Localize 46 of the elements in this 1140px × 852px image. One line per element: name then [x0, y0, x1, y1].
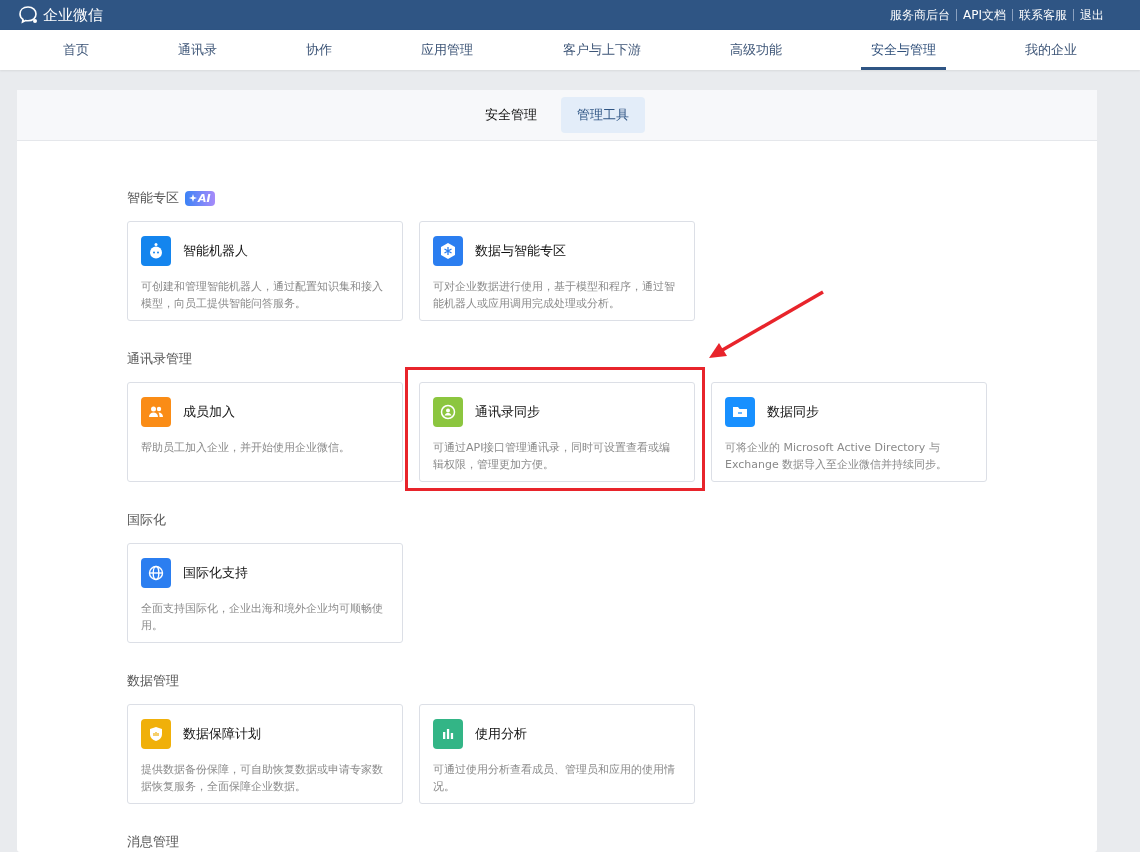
top-link[interactable]: API文档 [957, 6, 1012, 24]
section-title: 通讯录管理 [127, 350, 192, 368]
tool-card[interactable]: 成员加入 帮助员工加入企业，并开始使用企业微信。 [127, 382, 403, 482]
card-title: 智能机器人 [183, 242, 248, 260]
nav-tab[interactable]: 客户与上下游 [552, 30, 651, 70]
card-title: 数据同步 [767, 403, 819, 421]
card-description: 提供数据备份保障，可自助恢复数据或申请专家数据恢复服务，全面保障企业数据。 [141, 762, 384, 795]
tool-card[interactable]: 数据与智能专区 可对企业数据进行使用，基于模型和程序，通过智能机器人或应用调用完成处理或分析。 [419, 221, 695, 321]
card-title: 使用分析 [475, 725, 527, 743]
sub-tab[interactable]: 安全管理 [469, 97, 553, 133]
card-description: 可创建和管理智能机器人，通过配置知识集和接入模型，向员工提供智能问答服务。 [141, 279, 384, 312]
card-title: 通讯录同步 [475, 403, 540, 421]
logo-text: 企业微信 [43, 5, 103, 25]
card-title: 国际化支持 [183, 564, 248, 582]
top-link[interactable]: 退出 [1074, 6, 1110, 24]
nav-tab[interactable]: 首页 [52, 30, 99, 70]
card-description: 可对企业数据进行使用，基于模型和程序，通过智能机器人或应用调用完成处理或分析。 [433, 279, 676, 312]
tool-card[interactable]: 数据同步 可将企业的 Microsoft Active Directory 与 Exchange 数据导入至企业微信并持续同步。 [711, 382, 987, 482]
nav-tab[interactable]: 应用管理 [411, 30, 484, 70]
card-description: 可将企业的 Microsoft Active Directory 与 Exchange 数据导入至企业微信并持续同步。 [725, 440, 949, 473]
top-link[interactable]: 联系客服 [1013, 6, 1073, 24]
nav-tab[interactable]: 协作 [296, 30, 343, 70]
section-title: 国际化 [127, 511, 166, 529]
card-description: 帮助员工加入企业，并开始使用企业微信。 [141, 440, 351, 456]
card-description: 全面支持国际化，企业出海和境外企业均可顺畅使用。 [141, 601, 384, 634]
card-description: 可通过使用分析查看成员、管理员和应用的使用情况。 [433, 762, 676, 795]
nav-tab[interactable]: 高级功能 [719, 30, 792, 70]
top-link[interactable]: 服务商后台 [884, 6, 956, 24]
section-title: 数据管理 [127, 672, 179, 690]
tool-card[interactable]: 国际化支持 全面支持国际化，企业出海和境外企业均可顺畅使用。 [127, 543, 403, 643]
ai-badge: AI [185, 190, 215, 206]
card-title: 数据与智能专区 [475, 242, 566, 260]
chat-bubble-icon [18, 5, 40, 25]
tool-card[interactable]: 通讯录同步 可通过API接口管理通讯录，同时可设置查看或编辑权限，管理更加方便。 [419, 382, 695, 482]
sub-tab[interactable]: 管理工具 [561, 97, 645, 133]
nav-tab[interactable]: 我的企业 [1015, 30, 1088, 70]
section-title: 消息管理 [127, 833, 179, 851]
tool-card[interactable]: 数据保障计划 提供数据备份保障，可自助恢复数据或申请专家数据恢复服务，全面保障企业数据。 [127, 704, 403, 804]
nav-tab[interactable]: 安全与管理 [861, 30, 947, 70]
card-title: 数据保障计划 [183, 725, 261, 743]
tool-card[interactable]: 使用分析 可通过使用分析查看成员、管理员和应用的使用情况。 [419, 704, 695, 804]
nav-tab[interactable]: 通讯录 [167, 30, 227, 70]
card-description: 可通过API接口管理通讯录，同时可设置查看或编辑权限，管理更加方便。 [433, 440, 672, 473]
section-title: 智能专区 [127, 189, 179, 207]
card-title: 成员加入 [183, 403, 235, 421]
tool-card[interactable]: 智能机器人 可创建和管理智能机器人，通过配置知识集和接入模型，向员工提供智能问答服务。 [127, 221, 403, 321]
